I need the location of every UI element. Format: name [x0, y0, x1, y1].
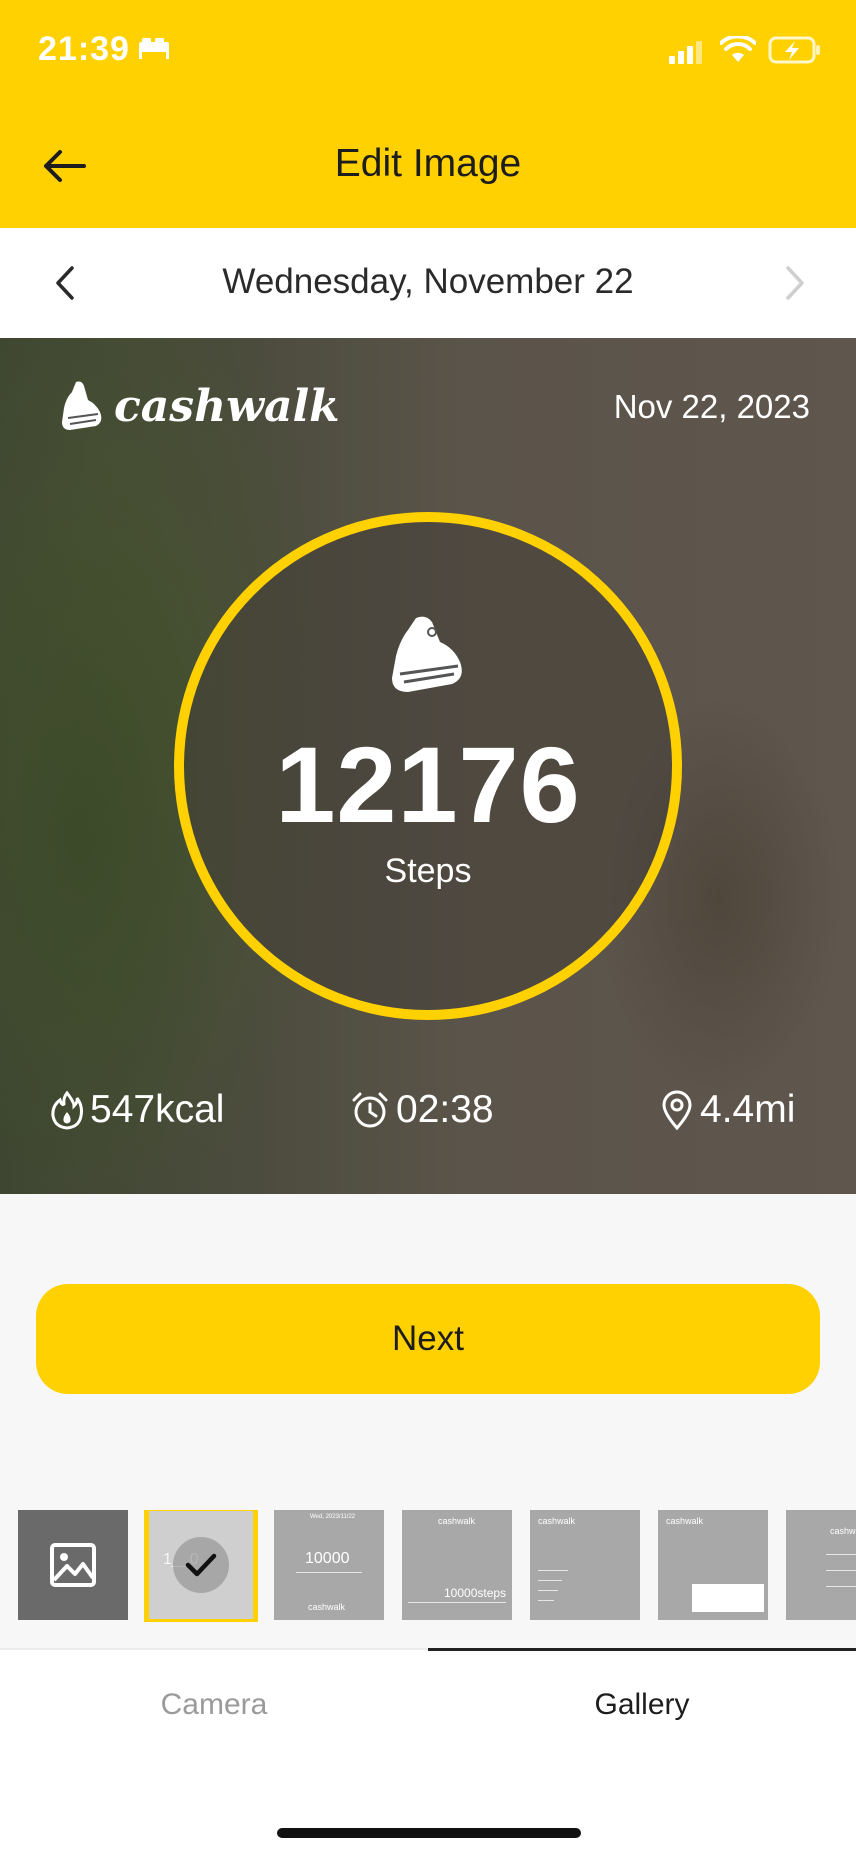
thumbnail-template[interactable]: cashwalk 10000steps [402, 1510, 512, 1620]
thumbnail-steps: 10000steps [444, 1586, 507, 1600]
thumbnail-brand: cashwalk [830, 1526, 856, 1536]
brand-name: cashwalk [114, 380, 340, 432]
thumbnail-steps: 10000 [305, 1550, 350, 1567]
header: Edit Image [0, 110, 856, 222]
thumbnail-brand: cashwalk [666, 1516, 704, 1526]
duration-value: 02:38 [396, 1088, 494, 1131]
location-pin-icon [660, 1089, 694, 1131]
tab-gallery[interactable]: Gallery [428, 1688, 856, 1722]
photo-preview: cashwalk Nov 22, 2023 12176 Steps 547kca… [0, 338, 856, 1194]
signal-icon [668, 40, 706, 69]
distance-stat: 4.4mi [660, 1088, 795, 1132]
alarm-clock-icon [350, 1090, 390, 1130]
thumbnail-template[interactable]: Wed, 2023/11/22 10000 cashwalk [274, 1510, 384, 1620]
next-button[interactable]: Next [36, 1284, 820, 1394]
page-title: Edit Image [334, 142, 522, 185]
calories-value: 547kcal [90, 1088, 225, 1131]
source-tab-bar: Camera Gallery [0, 1648, 856, 1854]
chevron-right-icon [786, 266, 804, 300]
thumbnail-brand: cashwalk [438, 1516, 476, 1526]
tab-camera[interactable]: Camera [0, 1688, 428, 1722]
selected-date: Wednesday, November 22 [222, 262, 634, 301]
activity-stats: 547kcal 02:38 4.4mi [0, 1088, 856, 1158]
thumbnail-template[interactable]: cashwalk [530, 1510, 640, 1620]
thumbnail-brand: cashwalk [308, 1602, 346, 1612]
bed-icon [137, 36, 171, 65]
calories-stat: 547kcal [50, 1088, 224, 1132]
status-time: 21:39 [38, 30, 130, 68]
home-indicator[interactable] [277, 1828, 581, 1838]
active-tab-indicator [428, 1648, 856, 1651]
date-navigator: Wednesday, November 22 [0, 228, 856, 338]
duration-stat: 02:38 [350, 1088, 494, 1132]
thumbnail-date: Wed, 2023/11/22 [310, 1514, 356, 1520]
next-date-button [770, 256, 820, 310]
thumbnail-template[interactable]: cashwalk [786, 1510, 856, 1620]
photo-date: Nov 22, 2023 [613, 388, 810, 425]
sneaker-icon [382, 612, 472, 707]
open-gallery-button[interactable] [18, 1510, 128, 1620]
wifi-icon [719, 34, 757, 69]
thumbnail-template[interactable]: cashwalk [658, 1510, 768, 1620]
thumbnail-selected[interactable]: 1__0 [144, 1510, 258, 1622]
steps-label: Steps [384, 852, 472, 890]
top-bar: 21:39 Edit Image [0, 0, 856, 228]
steps-ring: 12176 Steps [174, 512, 682, 1020]
status-bar: 21:39 [0, 0, 856, 104]
distance-value: 4.4mi [700, 1088, 796, 1131]
steps-count: 12176 [275, 724, 581, 845]
image-icon [50, 1543, 96, 1587]
battery-charging-icon [768, 36, 822, 69]
brand-logo: cashwalk [56, 378, 340, 434]
sneaker-icon [62, 381, 102, 430]
checkmark-icon [173, 1537, 229, 1593]
thumbnail-brand: cashwalk [538, 1516, 576, 1526]
flame-icon [50, 1090, 84, 1130]
template-thumbnails: 1__0 Wed, 2023/11/22 10000 cashwalk cash… [0, 1510, 856, 1622]
